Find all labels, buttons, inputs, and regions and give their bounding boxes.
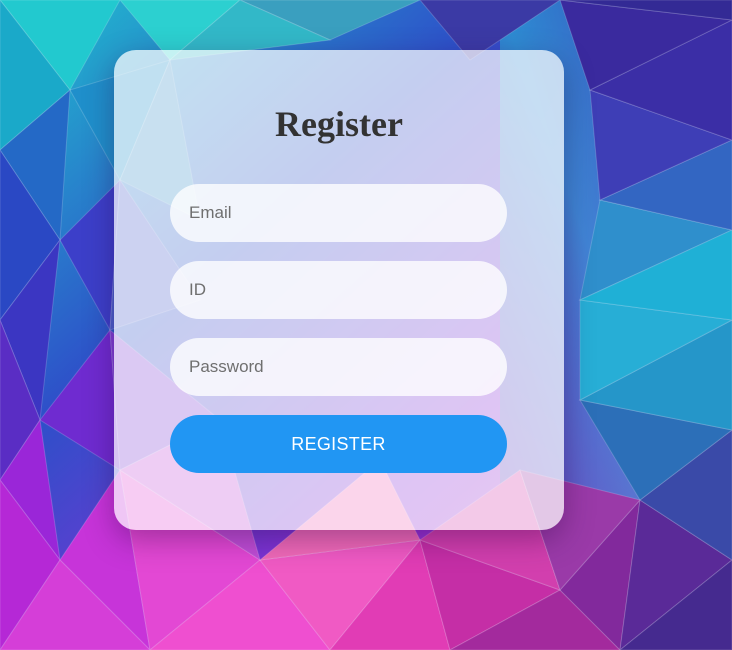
id-field[interactable] — [170, 261, 507, 319]
email-field[interactable] — [170, 184, 507, 242]
page-title: Register — [275, 104, 403, 144]
register-button[interactable]: REGISTER — [170, 415, 507, 473]
register-card: Register REGISTER — [114, 50, 564, 530]
password-field[interactable] — [170, 338, 507, 396]
